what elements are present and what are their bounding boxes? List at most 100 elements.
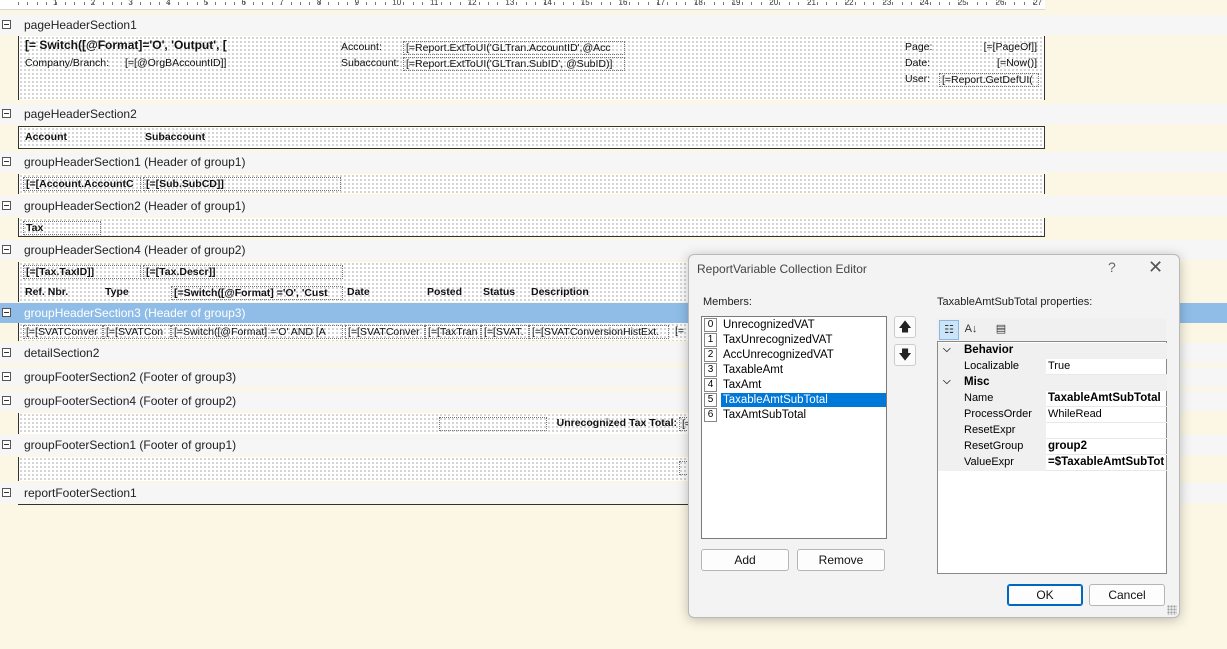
company-branch-label[interactable]: Company/Branch: bbox=[23, 57, 123, 71]
chevron-down-icon[interactable]: ⌵ bbox=[943, 376, 951, 387]
subaccount-field[interactable]: [=Report.ExtToUI('GLTran.SubID', @SubID)… bbox=[403, 57, 625, 71]
property-row-process-order[interactable]: ProcessOrder WhileRead bbox=[938, 407, 1167, 423]
category-misc[interactable]: ⌵ Misc bbox=[938, 375, 1167, 391]
collapse-toggle-icon[interactable] bbox=[2, 109, 11, 118]
footer-spacer-field[interactable] bbox=[439, 417, 547, 431]
move-up-button[interactable]: 🡅 bbox=[894, 316, 916, 338]
svat-conversion-hist-ext-field[interactable]: [=[SVATConversionHistExt. bbox=[529, 325, 669, 339]
account-cd-field[interactable]: [=[Account.AccountC bbox=[23, 177, 141, 191]
band-header-group-header-1[interactable]: groupHeaderSection1 (Header of group1) bbox=[0, 152, 1227, 172]
property-row-name[interactable]: Name TaxableAmtSubTotal bbox=[938, 391, 1167, 407]
collapse-toggle-icon[interactable] bbox=[2, 308, 11, 317]
date-label[interactable]: Date: bbox=[903, 57, 937, 71]
column-header-ref-nbr[interactable]: Ref. Nbr. bbox=[23, 286, 103, 300]
switch-expression-field[interactable]: [= Switch([@Format]='O', 'Output', [ bbox=[23, 38, 263, 54]
property-value[interactable]: group2 bbox=[1048, 439, 1167, 455]
property-key: Name bbox=[938, 391, 1046, 407]
member-item-0[interactable]: 0 UnrecognizedVAT bbox=[704, 318, 886, 333]
band-title: reportFooterSection1 bbox=[24, 486, 137, 500]
property-value[interactable]: WhileRead bbox=[1048, 407, 1167, 423]
member-item-5-selected[interactable]: 5 TaxableAmtSubTotal bbox=[704, 393, 886, 408]
member-item-4[interactable]: 4 TaxAmt bbox=[704, 378, 886, 393]
ruler-tick bbox=[732, 2, 734, 5]
property-value[interactable]: True bbox=[1048, 359, 1167, 375]
user-label[interactable]: User: bbox=[903, 73, 937, 87]
tax-id-field[interactable]: [=[Tax.TaxID]] bbox=[23, 265, 141, 279]
column-header-status[interactable]: Status bbox=[481, 286, 529, 300]
property-row-localizable[interactable]: Localizable True bbox=[938, 359, 1167, 375]
move-down-button[interactable]: 🡇 bbox=[894, 344, 916, 366]
help-icon[interactable]: ? bbox=[1108, 259, 1116, 275]
band-body-page-header-2[interactable]: Account Subaccount bbox=[18, 126, 1045, 149]
tax-descr-field[interactable]: [=[Tax.Descr]] bbox=[143, 265, 343, 279]
column-header-date[interactable]: Date bbox=[345, 286, 425, 300]
collapse-toggle-icon[interactable] bbox=[2, 157, 11, 166]
collapse-toggle-icon[interactable] bbox=[2, 440, 11, 449]
report-variable-collection-editor-dialog[interactable]: ReportVariable Collection Editor ? ✕ Mem… bbox=[688, 254, 1180, 618]
property-value[interactable] bbox=[1048, 423, 1167, 439]
band-body-group-header-2[interactable]: Tax bbox=[18, 218, 1045, 237]
cancel-button[interactable]: Cancel bbox=[1089, 584, 1165, 606]
ruler-tick bbox=[394, 2, 395, 5]
ruler-tick bbox=[328, 2, 330, 5]
band-header-page-header-2[interactable]: pageHeaderSection2 bbox=[0, 104, 1227, 124]
collapse-toggle-icon[interactable] bbox=[2, 201, 11, 210]
account-field[interactable]: [=Report.ExtToUI('GLTran.AccountID',@Acc bbox=[403, 41, 625, 55]
band-header-page-header-1[interactable]: pageHeaderSection1 bbox=[0, 15, 1227, 35]
collapse-toggle-icon[interactable] bbox=[2, 245, 11, 254]
property-value[interactable]: TaxableAmtSubTotal bbox=[1048, 391, 1167, 407]
alphabetical-sort-icon[interactable]: A↓ bbox=[961, 320, 981, 340]
categorized-view-icon[interactable]: ☷ bbox=[939, 320, 959, 340]
svat-field[interactable]: [=[SVAT. bbox=[481, 325, 529, 339]
svat-con-field[interactable]: [=[SVATCon bbox=[103, 325, 171, 339]
member-item-3[interactable]: 3 TaxableAmt bbox=[704, 363, 886, 378]
date-field[interactable]: [=Now()] bbox=[979, 57, 1039, 71]
resize-grip-icon[interactable] bbox=[1167, 605, 1177, 615]
svat-conver-field[interactable]: [=[SVATConver bbox=[23, 325, 103, 339]
ok-button[interactable]: OK bbox=[1007, 584, 1083, 606]
collapse-toggle-icon[interactable] bbox=[2, 488, 11, 497]
page-label[interactable]: Page: bbox=[903, 41, 937, 55]
svat-conver-field-2[interactable]: [=[SVATConver bbox=[345, 325, 425, 339]
member-item-1[interactable]: 1 TaxUnrecognizedVAT bbox=[704, 333, 886, 348]
column-header-posted[interactable]: Posted bbox=[425, 286, 481, 300]
band-header-group-header-2[interactable]: groupHeaderSection2 (Header of group1) bbox=[0, 196, 1227, 216]
property-grid[interactable]: ⌵ Behavior Localizable True ⌵ Misc Name … bbox=[937, 341, 1167, 574]
property-row-reset-expr[interactable]: ResetExpr bbox=[938, 423, 1167, 439]
add-button[interactable]: Add bbox=[701, 549, 789, 571]
ruler-tick bbox=[685, 2, 687, 5]
column-header-description[interactable]: Description bbox=[529, 286, 679, 300]
truncated-field[interactable]: [= bbox=[673, 325, 689, 339]
subaccount-label[interactable]: Subaccount: bbox=[339, 57, 401, 71]
tax-tran-field[interactable]: [=[TaxTran bbox=[425, 325, 481, 339]
chevron-down-icon[interactable]: ⌵ bbox=[943, 344, 951, 355]
column-header-type[interactable]: Type bbox=[103, 286, 171, 300]
user-field[interactable]: [=Report.GetDefUI( bbox=[939, 73, 1039, 87]
category-behavior[interactable]: ⌵ Behavior bbox=[938, 343, 1167, 359]
unrecognized-tax-total-label[interactable]: Unrecognized Tax Total: bbox=[547, 417, 679, 431]
collapse-toggle-icon[interactable] bbox=[2, 20, 11, 29]
collapse-toggle-icon[interactable] bbox=[2, 348, 11, 357]
company-branch-field[interactable]: [=[@OrgBAccountID]] bbox=[123, 57, 235, 71]
close-icon[interactable]: ✕ bbox=[1148, 257, 1163, 278]
column-header-switch[interactable]: [=Switch([@Format] ='O', 'Cust bbox=[171, 286, 343, 300]
column-header-account[interactable]: Account bbox=[23, 131, 141, 145]
column-header-subaccount[interactable]: Subaccount bbox=[143, 131, 343, 145]
collapse-toggle-icon[interactable] bbox=[2, 396, 11, 405]
tax-label[interactable]: Tax bbox=[23, 221, 101, 235]
member-item-2[interactable]: 2 AccUnrecognizedVAT bbox=[704, 348, 886, 363]
remove-button[interactable]: Remove bbox=[797, 549, 885, 571]
property-row-value-expr[interactable]: ValueExpr =$TaxableAmtSubTot bbox=[938, 455, 1167, 471]
page-of-field[interactable]: [=[PageOf]] bbox=[979, 41, 1039, 55]
band-body-page-header-1[interactable]: [= Switch([@Format]='O', 'Output', [ Com… bbox=[18, 36, 1045, 100]
property-value[interactable]: =$TaxableAmtSubTot bbox=[1048, 455, 1167, 471]
switch-format-field[interactable]: [=Switch([@Format] ='O' AND [A bbox=[171, 325, 343, 339]
account-label[interactable]: Account: bbox=[339, 41, 401, 55]
band-body-group-header-1[interactable]: [=[Account.AccountC [=[Sub.SubCD]] bbox=[18, 174, 1045, 194]
members-list[interactable]: 0 UnrecognizedVAT 1 TaxUnrecognizedVAT 2… bbox=[701, 316, 887, 539]
sub-cd-field[interactable]: [=[Sub.SubCD]] bbox=[143, 177, 341, 191]
property-pages-icon[interactable]: ▤ bbox=[991, 320, 1011, 340]
member-item-6[interactable]: 6 TaxAmtSubTotal bbox=[704, 408, 886, 423]
collapse-toggle-icon[interactable] bbox=[2, 372, 11, 381]
property-row-reset-group[interactable]: ResetGroup group2 bbox=[938, 439, 1167, 455]
